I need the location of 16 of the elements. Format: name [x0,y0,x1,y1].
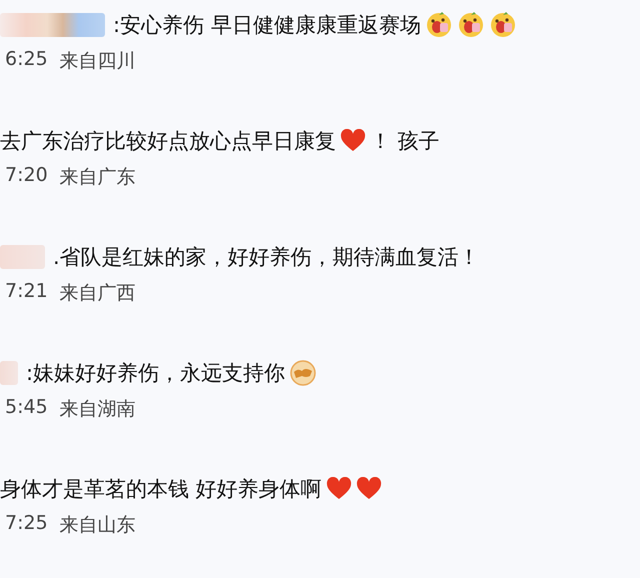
comment-location: 来自广西 [60,281,136,306]
comment-time: 7:25 [5,512,48,536]
comment-location: 来自广东 [60,165,136,190]
comment-time: 7:20 [5,164,48,188]
comment-text: 身体才是革茗的本钱 好好养身体啊 [0,476,322,503]
comment-text: .省队是红妹的家，好好养伤，期待满血复活！ [53,244,480,271]
comment-location: 来自湖南 [60,397,136,422]
comment-text: :妹妹好好养伤，永远支持你 [26,360,286,387]
comment-time: 5:45 [5,396,48,420]
comment-time: 7:21 [5,280,48,304]
comment-time: 6:25 [5,48,48,72]
comment-location: 来自四川 [60,49,136,74]
comment-text: ！ 孩子 [370,128,440,155]
comment-text: 去广东治疗比较好点放心点早日康复 [0,128,336,155]
comment-text: :安心养伤 早日健健康康重返赛场 [113,12,421,39]
comment-location: 来自山东 [60,513,136,538]
